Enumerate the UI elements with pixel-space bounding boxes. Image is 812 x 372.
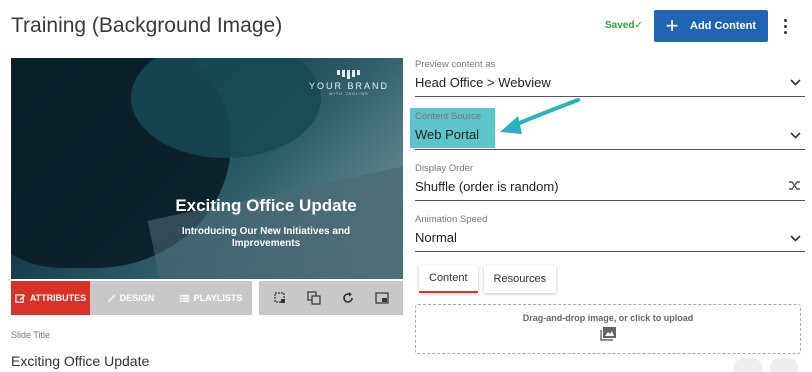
brand-logo: YOUR BRAND WITH TAGLINE	[309, 70, 389, 96]
slide-subheadline: Introducing Our New Initiatives and Impr…	[181, 226, 351, 249]
image-icon	[416, 327, 800, 341]
tab-design[interactable]: DESIGN	[90, 281, 169, 315]
filter-icon[interactable]	[770, 358, 798, 372]
tab-resources[interactable]: Resources	[483, 265, 557, 293]
tab-playlists-label: PLAYLISTS	[193, 293, 243, 303]
crop-icon[interactable]	[270, 288, 290, 308]
preview-as-label: Preview content as	[415, 59, 496, 70]
slide-preview: YOUR BRAND WITH TAGLINE Exciting Office …	[11, 58, 403, 279]
add-content-label: Add Content	[690, 20, 756, 32]
layers-icon[interactable]	[304, 288, 324, 308]
content-source-value: Web Portal	[415, 127, 480, 142]
check-icon: ✓	[634, 20, 643, 31]
display-order-select[interactable]: Display Order Shuffle (order is random)	[415, 163, 805, 201]
slide-toolbar	[259, 281, 403, 315]
shuffle-icon	[788, 180, 801, 194]
tab-content[interactable]: Content	[419, 265, 478, 293]
display-order-label: Display Order	[415, 163, 474, 174]
refresh-icon[interactable]	[338, 288, 358, 308]
tab-attributes-label: ATTRIBUTES	[29, 293, 87, 303]
chevron-down-icon	[790, 130, 801, 142]
animation-speed-select[interactable]: Animation Speed Normal	[415, 214, 805, 252]
brush-icon	[106, 294, 115, 302]
slide-headline: Exciting Office Update	[175, 196, 357, 215]
plus-icon: +	[665, 13, 679, 38]
chevron-down-icon	[790, 77, 801, 89]
edit-icon	[15, 293, 25, 303]
tab-attributes[interactable]: ATTRIBUTES	[11, 281, 90, 315]
slide-title-label: Slide Title	[11, 330, 51, 340]
upload-instructions: Drag-and-drop image, or click to upload	[522, 313, 694, 323]
content-tabs: Content Resources	[419, 265, 557, 293]
more-options-icon[interactable]	[778, 14, 792, 38]
brand-tagline: WITH TAGLINE	[328, 91, 370, 96]
content-source-label: Content Source	[415, 111, 482, 122]
saved-status: Saved✓	[605, 20, 643, 31]
search-icon[interactable]	[734, 358, 762, 372]
animation-speed-value: Normal	[415, 230, 457, 245]
list-icon	[179, 294, 189, 302]
page-title: Training (Background Image)	[11, 14, 283, 37]
tab-playlists[interactable]: PLAYLISTS	[169, 281, 252, 315]
preview-as-select[interactable]: Preview content as Head Office > Webview	[415, 59, 805, 97]
animation-speed-label: Animation Speed	[415, 214, 488, 225]
picture-in-picture-icon[interactable]	[372, 288, 392, 308]
bottom-actions	[734, 358, 798, 372]
chevron-down-icon	[790, 233, 801, 245]
slide-title-field[interactable]: Exciting Office Update	[11, 353, 149, 369]
image-upload-dropzone[interactable]: Drag-and-drop image, or click to upload	[415, 304, 801, 354]
brand-name: YOUR BRAND	[308, 81, 389, 91]
editor-tabs: ATTRIBUTES DESIGN PLAYLISTS	[11, 281, 252, 315]
display-order-value: Shuffle (order is random)	[415, 179, 559, 194]
preview-as-value: Head Office > Webview	[415, 75, 551, 90]
tab-design-label: DESIGN	[119, 293, 155, 303]
add-content-button[interactable]: + Add Content	[654, 10, 768, 42]
content-source-select[interactable]: Content Source Web Portal	[415, 111, 805, 150]
saved-label: Saved	[605, 20, 635, 31]
